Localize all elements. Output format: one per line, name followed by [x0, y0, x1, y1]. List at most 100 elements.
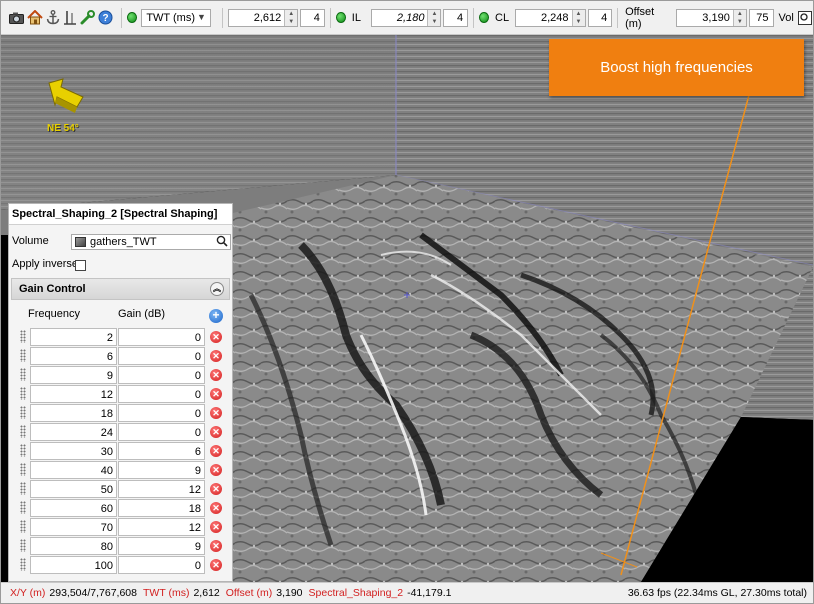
offset-spin-buttons[interactable]: ▲ ▼ [732, 9, 746, 26]
twt-indicator-icon[interactable] [127, 12, 138, 23]
frequency-cell[interactable]: 9 [30, 366, 117, 384]
offset-value-stepper[interactable]: 3,190 ▲ ▼ [676, 8, 747, 27]
frequency-cell[interactable]: 50 [30, 480, 117, 498]
drag-handle-icon[interactable] [20, 406, 26, 419]
drag-handle-icon[interactable] [20, 349, 26, 362]
drag-handle-icon[interactable] [20, 425, 26, 438]
gain-table-row: 2 0 ✕ [11, 327, 230, 346]
frequency-cell[interactable]: 100 [30, 556, 117, 574]
frequency-cell[interactable]: 30 [30, 442, 117, 460]
frequency-cell[interactable]: 60 [30, 499, 117, 517]
il-value: 2,180 [396, 11, 425, 24]
frequency-cell[interactable]: 70 [30, 518, 117, 536]
toolbar-divider [473, 7, 474, 28]
drag-handle-icon[interactable] [20, 444, 26, 457]
well-icon[interactable] [63, 10, 77, 26]
cl-spin-buttons[interactable]: ▲ ▼ [571, 9, 585, 26]
delete-row-icon[interactable]: ✕ [210, 464, 222, 476]
home-icon[interactable] [27, 10, 43, 26]
gain-cell[interactable]: 9 [118, 537, 205, 555]
delete-row-icon[interactable]: ✕ [210, 483, 222, 495]
twt-spin-buttons[interactable]: ▲ ▼ [284, 9, 298, 26]
camera-icon[interactable] [9, 10, 24, 26]
wrench-icon[interactable] [80, 10, 96, 26]
delete-row-icon[interactable]: ✕ [210, 559, 222, 571]
drag-handle-icon[interactable] [20, 501, 26, 514]
frequency-cell[interactable]: 2 [30, 328, 117, 346]
twt-step-field[interactable]: 4 [300, 8, 325, 27]
cl-value-stepper[interactable]: 2,248 ▲ ▼ [515, 8, 586, 27]
delete-row-icon[interactable]: ✕ [210, 540, 222, 552]
gain-table-row: 80 9 ✕ [11, 536, 230, 555]
seismic-viewer-window: ? TWT (ms) ▼ 2,612 ▲ ▼ 4 IL 2,180 ▲ ▼ 4 CL [0, 0, 814, 604]
il-value-stepper[interactable]: 2,180 ▲ ▼ [370, 8, 442, 27]
gain-cell[interactable]: 0 [118, 366, 205, 384]
offset-step-field[interactable]: 75 [748, 8, 774, 27]
gain-control-header[interactable]: Gain Control ︽ [11, 278, 230, 300]
frequency-cell[interactable]: 24 [30, 423, 117, 441]
volume-cube-icon [75, 237, 86, 247]
cl-step: 4 [601, 11, 608, 24]
apply-inverse-checkbox[interactable] [75, 260, 86, 271]
delete-row-icon[interactable]: ✕ [210, 388, 222, 400]
frequency-cell[interactable]: 40 [30, 461, 117, 479]
gain-table-row: 100 0 ✕ [11, 555, 230, 574]
gain-cell[interactable]: 18 [118, 499, 205, 517]
frequency-cell[interactable]: 12 [30, 385, 117, 403]
cl-indicator-icon[interactable] [479, 12, 489, 23]
il-label: IL [351, 11, 361, 24]
drag-handle-icon[interactable] [20, 482, 26, 495]
frequency-cell[interactable]: 18 [30, 404, 117, 422]
gain-cell[interactable]: 0 [118, 328, 205, 346]
svg-text:?: ? [103, 13, 109, 24]
cl-step-field[interactable]: 4 [587, 8, 613, 27]
gain-table-row: 70 12 ✕ [11, 517, 230, 536]
delete-row-icon[interactable]: ✕ [210, 502, 222, 514]
frequency-cell[interactable]: 6 [30, 347, 117, 365]
il-step-field[interactable]: 4 [443, 8, 469, 27]
gain-table-row: 30 6 ✕ [11, 441, 230, 460]
gain-cell[interactable]: 0 [118, 404, 205, 422]
delete-row-icon[interactable]: ✕ [210, 331, 222, 343]
gain-cell[interactable]: 9 [118, 461, 205, 479]
delete-row-icon[interactable]: ✕ [210, 350, 222, 362]
gain-cell[interactable]: 0 [118, 385, 205, 403]
collapse-icon[interactable]: ︽ [210, 282, 224, 296]
add-row-icon[interactable]: + [209, 309, 223, 323]
gain-cell[interactable]: 12 [118, 480, 205, 498]
volume-input[interactable]: gathers_TWT [71, 234, 231, 250]
apply-inverse-label: Apply inverse [12, 257, 79, 270]
gain-cell[interactable]: 12 [118, 518, 205, 536]
delete-row-icon[interactable]: ✕ [210, 426, 222, 438]
gain-table-row: 60 18 ✕ [11, 498, 230, 517]
gain-cell[interactable]: 0 [118, 347, 205, 365]
twt-value-stepper[interactable]: 2,612 ▲ ▼ [227, 8, 299, 27]
apply-inverse-row: Apply inverse [9, 252, 232, 275]
status-offset-value: 3,190 [276, 587, 303, 599]
drag-handle-icon[interactable] [20, 463, 26, 476]
delete-row-icon[interactable]: ✕ [210, 407, 222, 419]
volume-search-icon[interactable] [797, 10, 812, 26]
drag-handle-icon[interactable] [20, 387, 26, 400]
help-icon[interactable]: ? [98, 10, 113, 26]
il-indicator-icon[interactable] [335, 12, 346, 23]
delete-row-icon[interactable]: ✕ [210, 445, 222, 457]
domain-select[interactable]: TWT (ms) ▼ [141, 8, 211, 27]
gain-cell[interactable]: 0 [118, 556, 205, 574]
anchor-icon[interactable] [46, 10, 60, 26]
gain-cell[interactable]: 0 [118, 423, 205, 441]
delete-row-icon[interactable]: ✕ [210, 369, 222, 381]
drag-handle-icon[interactable] [20, 558, 26, 571]
drag-handle-icon[interactable] [20, 520, 26, 533]
drag-handle-icon[interactable] [20, 330, 26, 343]
gain-table-row: 9 0 ✕ [11, 365, 230, 384]
drag-handle-icon[interactable] [20, 368, 26, 381]
drag-handle-icon[interactable] [20, 539, 26, 552]
gain-cell[interactable]: 6 [118, 442, 205, 460]
delete-row-icon[interactable]: ✕ [210, 521, 222, 533]
search-icon[interactable] [216, 235, 228, 250]
toolbar-divider [617, 7, 619, 28]
il-spin-buttons[interactable]: ▲ ▼ [427, 9, 441, 26]
frequency-cell[interactable]: 80 [30, 537, 117, 555]
gain-table-row: 50 12 ✕ [11, 479, 230, 498]
